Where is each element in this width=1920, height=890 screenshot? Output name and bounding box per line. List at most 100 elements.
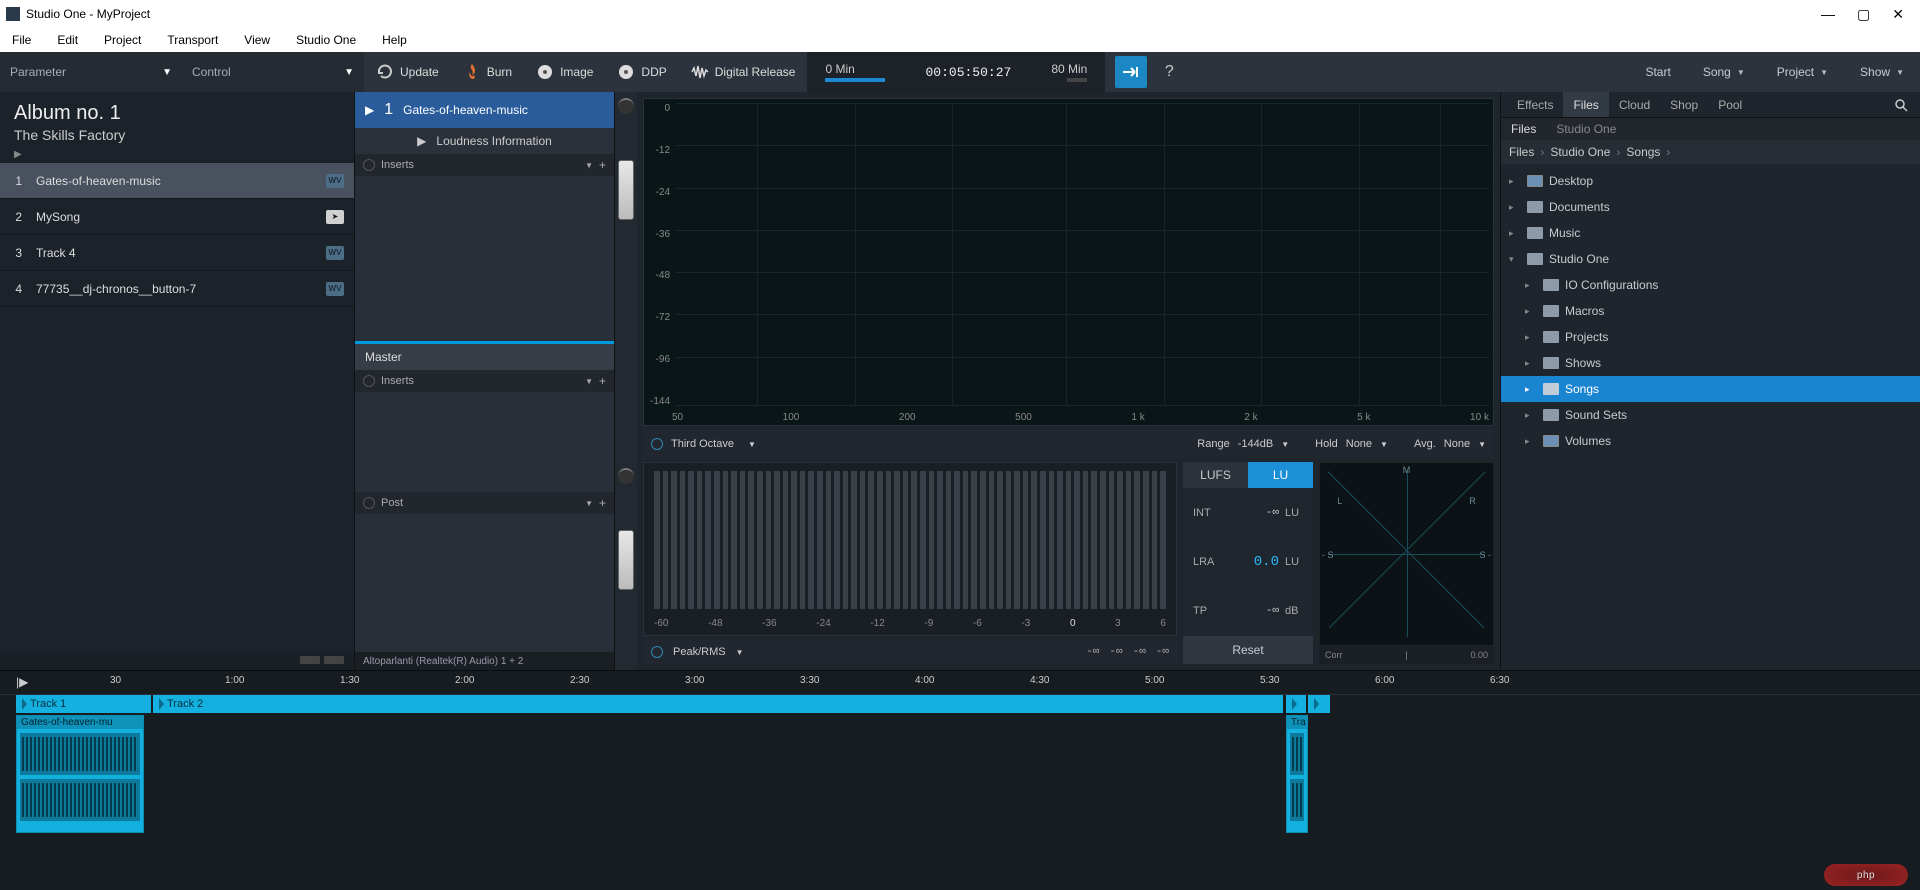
hold-select[interactable]: None xyxy=(1346,438,1372,450)
view-toggle[interactable] xyxy=(300,656,320,664)
clip-lane[interactable]: Gates-of-heaven-muTra xyxy=(0,713,1920,843)
window-minimize-button[interactable]: — xyxy=(1821,6,1835,23)
tab-effects[interactable]: Effects xyxy=(1507,92,1563,117)
add-post-button[interactable]: + xyxy=(599,496,606,510)
spectrum-mode-select[interactable]: Third Octave xyxy=(671,438,740,450)
menu-edit[interactable]: Edit xyxy=(53,31,82,49)
help-button[interactable]: ? xyxy=(1153,63,1185,81)
add-insert-button[interactable]: + xyxy=(599,158,606,172)
pan-knob[interactable] xyxy=(618,98,634,114)
power-icon[interactable] xyxy=(651,646,663,658)
control-panel[interactable]: Control ▼ xyxy=(182,52,364,92)
audio-clip[interactable]: Tra xyxy=(1286,715,1308,833)
tab-shop[interactable]: Shop xyxy=(1660,92,1708,117)
lufs-tab[interactable]: LUFS xyxy=(1183,462,1248,488)
expand-icon[interactable]: ▸ xyxy=(1509,176,1521,187)
tree-item[interactable]: ▸Projects xyxy=(1501,324,1920,350)
meter-mode-select[interactable]: Peak/RMS xyxy=(673,646,726,658)
menu-file[interactable]: File xyxy=(8,31,35,49)
volume-fader[interactable] xyxy=(618,160,634,220)
reset-button[interactable]: Reset xyxy=(1183,636,1313,664)
segment-marker[interactable] xyxy=(1286,695,1306,713)
breadcrumb-item[interactable]: Studio One xyxy=(1550,145,1610,159)
level-meter[interactable]: -60 -48 -36 -24 -12 -9 -6 -3 0 3 6 xyxy=(643,462,1177,636)
avg-select[interactable]: None xyxy=(1444,438,1470,450)
show-view-button[interactable]: Show▼ xyxy=(1844,52,1920,92)
expand-icon[interactable]: ▸ xyxy=(1525,358,1537,369)
tree-item[interactable]: ▸IO Configurations xyxy=(1501,272,1920,298)
loudness-info-header[interactable]: ▶ Loudness Information xyxy=(355,128,614,154)
start-view-button[interactable]: Start xyxy=(1629,52,1686,92)
expand-icon[interactable]: ▸ xyxy=(1509,228,1521,239)
track-row[interactable]: 3 Track 4 WV xyxy=(0,235,354,271)
tree-item[interactable]: ▸Songs xyxy=(1501,376,1920,402)
chevron-down-icon[interactable]: ▼ xyxy=(748,440,756,449)
track-row[interactable]: 4 77735__dj-chronos__button-7 WV xyxy=(0,271,354,307)
expand-icon[interactable]: ▸ xyxy=(1525,410,1537,421)
album-artist[interactable]: The Skills Factory xyxy=(14,127,340,143)
play-icon[interactable]: ▶ xyxy=(14,149,22,160)
track-row[interactable]: 1 Gates-of-heaven-music WV xyxy=(0,163,354,199)
expand-icon[interactable]: ▸ xyxy=(1509,202,1521,213)
post-slot-area[interactable] xyxy=(355,514,614,652)
menu-help[interactable]: Help xyxy=(378,31,411,49)
add-insert-button[interactable]: + xyxy=(599,374,606,388)
master-inserts-header[interactable]: Inserts ▼ + xyxy=(355,370,614,392)
master-pan-knob[interactable] xyxy=(618,468,634,484)
chevron-down-icon[interactable]: ▼ xyxy=(1478,440,1486,449)
search-button[interactable] xyxy=(1894,98,1914,112)
tree-item[interactable]: ▸Volumes xyxy=(1501,428,1920,454)
album-title[interactable]: Album no. 1 xyxy=(14,102,340,125)
tree-item[interactable]: ▸Macros xyxy=(1501,298,1920,324)
time-progress-start[interactable] xyxy=(825,78,885,82)
power-icon[interactable] xyxy=(651,438,663,450)
output-device-label[interactable]: Altoparlanti (Realtek(R) Audio) 1 + 2 xyxy=(355,652,614,670)
menu-transport[interactable]: Transport xyxy=(163,31,222,49)
post-header[interactable]: Post ▼ + xyxy=(355,492,614,514)
project-view-button[interactable]: Project▼ xyxy=(1761,52,1844,92)
breadcrumb-item[interactable]: Files xyxy=(1509,145,1534,159)
breadcrumb-item[interactable]: Songs xyxy=(1626,145,1660,159)
chevron-down-icon[interactable]: ▼ xyxy=(736,648,744,657)
power-icon[interactable] xyxy=(363,375,375,387)
inserts-slot-area[interactable] xyxy=(355,176,614,344)
chevron-down-icon[interactable]: ▼ xyxy=(1281,440,1289,449)
tree-item[interactable]: ▸Desktop xyxy=(1501,168,1920,194)
expand-icon[interactable]: ▸ xyxy=(1525,306,1537,317)
phase-scope[interactable]: M L R - S S - xyxy=(1319,462,1494,646)
segment-marker[interactable]: Track 1 xyxy=(16,695,151,713)
inserts-header[interactable]: Inserts ▼ + xyxy=(355,154,614,176)
tree-item[interactable]: ▸Documents xyxy=(1501,194,1920,220)
menu-project[interactable]: Project xyxy=(100,31,145,49)
expand-icon[interactable]: ▸ xyxy=(1525,436,1537,447)
chevron-down-icon[interactable]: ▼ xyxy=(585,377,593,386)
tab-pool[interactable]: Pool xyxy=(1708,92,1752,117)
menu-view[interactable]: View xyxy=(240,31,274,49)
segment-header-row[interactable]: Track 1Track 2 xyxy=(0,695,1920,713)
power-icon[interactable] xyxy=(363,159,375,171)
segment-marker[interactable]: Track 2 xyxy=(153,695,1283,713)
range-select[interactable]: -144dB xyxy=(1238,438,1273,450)
burn-button[interactable]: Burn xyxy=(451,52,524,92)
subtab-studio-one[interactable]: Studio One xyxy=(1546,118,1626,140)
lu-tab[interactable]: LU xyxy=(1248,462,1313,488)
tree-item[interactable]: ▸Music xyxy=(1501,220,1920,246)
ddp-button[interactable]: DDP xyxy=(605,52,678,92)
window-close-button[interactable]: ✕ xyxy=(1892,6,1904,23)
tree-item[interactable]: ▸Shows xyxy=(1501,350,1920,376)
track-row[interactable]: 2 MySong ➤ xyxy=(0,199,354,235)
power-icon[interactable] xyxy=(363,497,375,509)
time-ruler[interactable]: |▶ 301:001:302:002:303:003:304:004:305:0… xyxy=(0,671,1920,695)
subtab-files[interactable]: Files xyxy=(1501,118,1546,140)
expand-icon[interactable]: ▸ xyxy=(1525,332,1537,343)
image-button[interactable]: Image xyxy=(524,52,605,92)
parameter-panel[interactable]: Parameter ▼ xyxy=(0,52,182,92)
master-header[interactable]: Master xyxy=(355,344,614,370)
song-view-button[interactable]: Song▼ xyxy=(1687,52,1761,92)
view-toggle[interactable] xyxy=(324,656,344,664)
menu-studio-one[interactable]: Studio One xyxy=(292,31,360,49)
tree-item[interactable]: ▾Studio One xyxy=(1501,246,1920,272)
digital-release-button[interactable]: Digital Release xyxy=(679,52,808,92)
tab-cloud[interactable]: Cloud xyxy=(1609,92,1660,117)
tree-item[interactable]: ▸Sound Sets xyxy=(1501,402,1920,428)
